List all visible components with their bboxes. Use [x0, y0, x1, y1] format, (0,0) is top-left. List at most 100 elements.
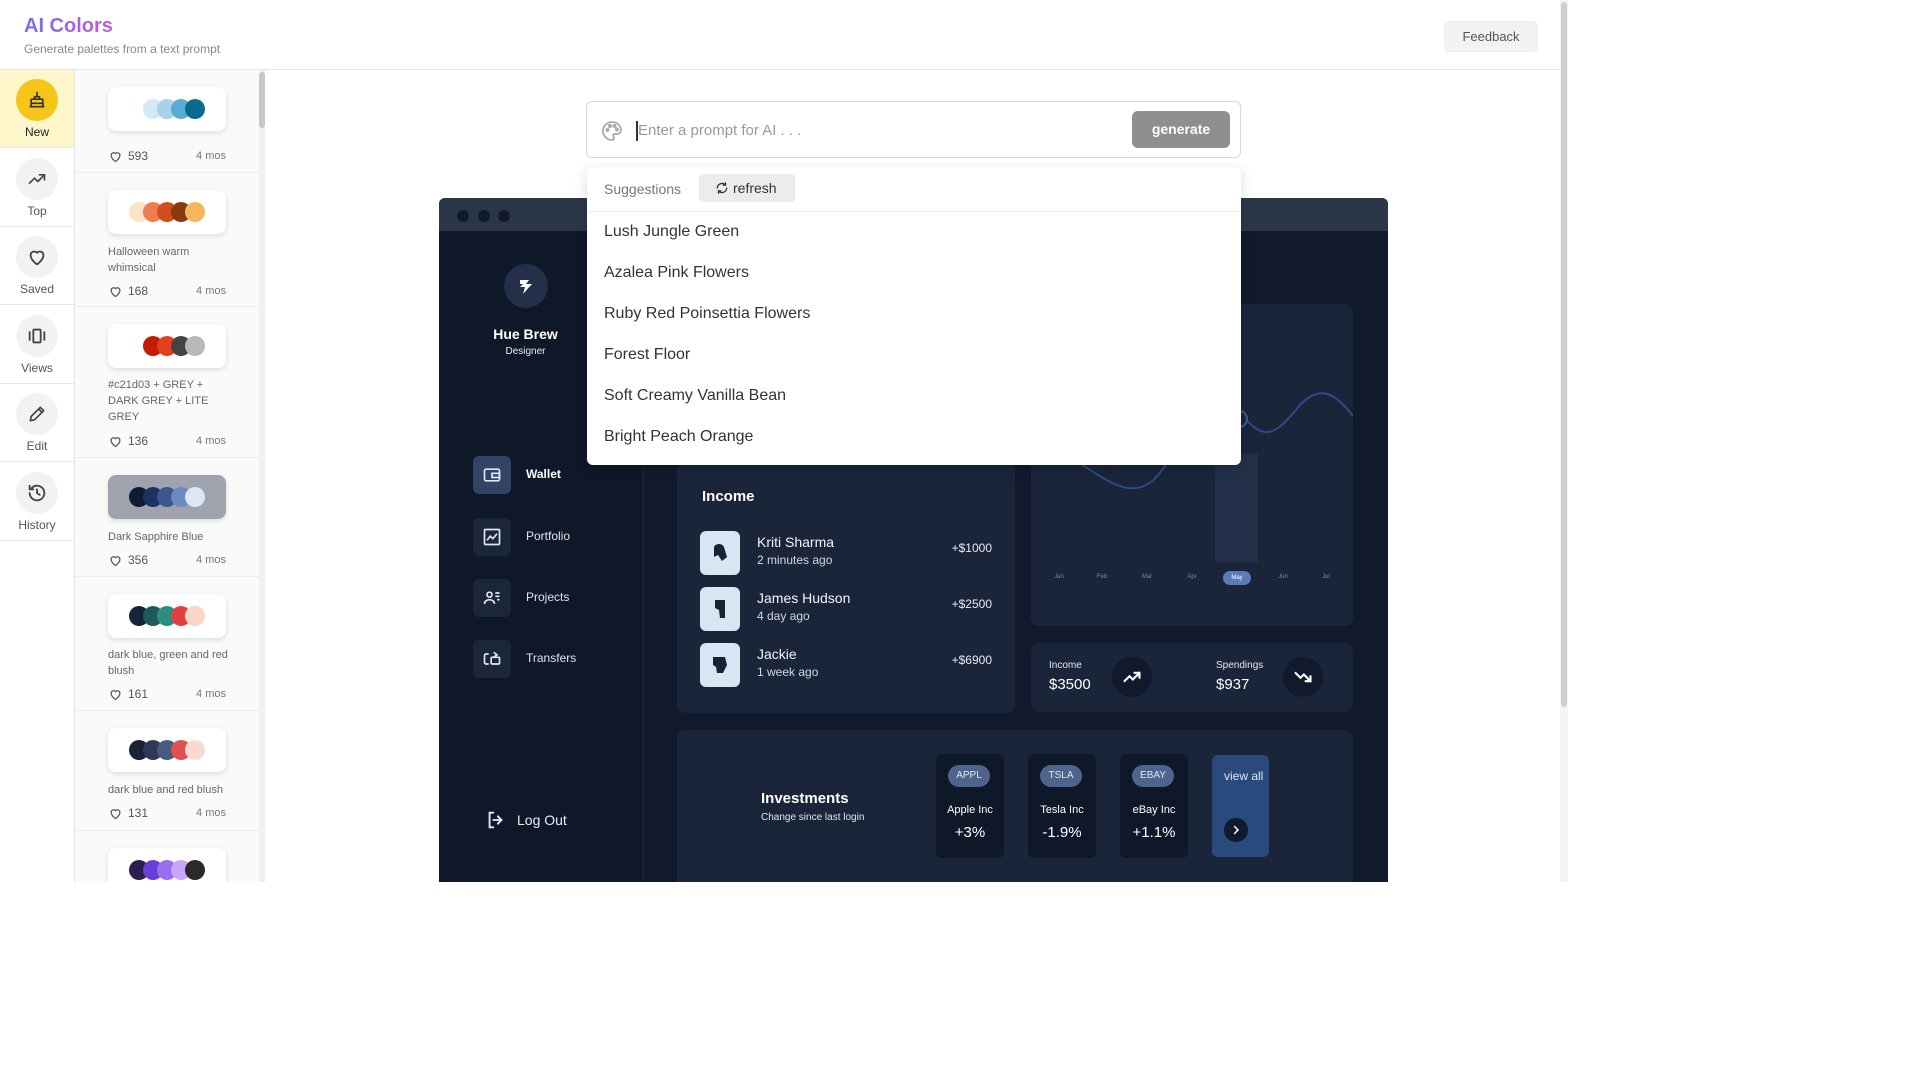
- palette-swatch[interactable]: [108, 728, 226, 772]
- cake-icon: [16, 79, 58, 121]
- heart-icon: [16, 236, 58, 278]
- palette-age: 4 mos: [196, 807, 226, 819]
- left-rail: New Top Saved Views Edit History: [0, 70, 75, 882]
- month-label: Jun: [1278, 574, 1288, 580]
- heart-icon[interactable]: [108, 149, 123, 164]
- stats-panel: Income $3500 Spendings $937: [1031, 643, 1353, 712]
- pencil-icon: [16, 393, 58, 435]
- color-dot: [185, 336, 205, 356]
- color-dot: [185, 606, 205, 626]
- suggestion-item[interactable]: Forest Floor: [604, 346, 1204, 368]
- investment-card[interactable]: EBAY eBay Inc +1.1%: [1120, 754, 1188, 858]
- investment-card[interactable]: TSLA Tesla Inc -1.9%: [1028, 754, 1096, 858]
- nav-item-projects[interactable]: Projects: [473, 579, 633, 617]
- refresh-label: refresh: [733, 180, 777, 196]
- palette-meta: 168 4 mos: [108, 283, 226, 299]
- heart-icon[interactable]: [108, 434, 123, 449]
- suggestions-header: Suggestions refresh: [587, 167, 1241, 212]
- stock-name: Tesla Inc: [1040, 804, 1084, 816]
- ticker-badge: EBAY: [1132, 765, 1174, 787]
- window-dot: [457, 210, 469, 222]
- color-dot: [185, 740, 205, 760]
- like-count: 168: [128, 284, 149, 298]
- suggestion-item[interactable]: Soft Creamy Vanilla Bean: [604, 387, 1204, 409]
- income-row[interactable]: Jackie 1 week ago +$6900: [700, 643, 992, 687]
- income-row[interactable]: Kriti Sharma 2 minutes ago +$1000: [700, 531, 992, 575]
- view-all-button[interactable]: view all: [1212, 755, 1269, 857]
- income-time: 4 day ago: [757, 609, 810, 623]
- nav-item-transfers[interactable]: Transfers: [473, 640, 633, 678]
- palette-meta: 593 4 mos: [108, 148, 226, 164]
- suggestion-item[interactable]: Lush Jungle Green: [604, 223, 1204, 245]
- month-label-active[interactable]: May: [1223, 571, 1251, 585]
- color-dot: [185, 99, 205, 119]
- heart-icon[interactable]: [108, 553, 123, 568]
- income-row[interactable]: James Hudson 4 day ago +$2500: [700, 587, 992, 631]
- rail-item-edit[interactable]: Edit: [0, 384, 74, 462]
- palette-swatch[interactable]: [108, 190, 226, 234]
- rail-item-top[interactable]: Top: [0, 149, 74, 227]
- palette-card[interactable]: Halloween warm whimsical 168 4 mos: [75, 173, 259, 307]
- palette-card[interactable]: #c21d03 + GREY + DARK GREY + LITE GREY 1…: [75, 307, 259, 458]
- generate-button[interactable]: generate: [1132, 111, 1230, 148]
- palette-card[interactable]: dark blue and red blush 131 4 mos: [75, 711, 259, 831]
- palette-swatch[interactable]: [108, 324, 226, 368]
- month-label: Feb: [1096, 574, 1108, 580]
- palette-swatch[interactable]: [108, 848, 226, 882]
- palette-swatch[interactable]: [108, 594, 226, 638]
- prompt-input[interactable]: [638, 114, 1118, 146]
- like-count: 131: [128, 806, 149, 820]
- refresh-icon: [716, 182, 728, 194]
- heart-icon[interactable]: [108, 284, 123, 299]
- palette-swatch[interactable]: [108, 475, 226, 519]
- feedback-button[interactable]: Feedback: [1444, 21, 1538, 52]
- suggestions-dropdown: Suggestions refresh Lush Jungle Green Az…: [587, 167, 1241, 465]
- income-amount: +$1000: [951, 541, 992, 555]
- stock-change: -1.9%: [1042, 824, 1082, 841]
- investments-subtitle: Change since last login: [761, 812, 865, 823]
- rail-label-history: History: [18, 518, 56, 532]
- heart-icon[interactable]: [108, 806, 123, 821]
- logout-button[interactable]: Log Out: [485, 808, 605, 834]
- rail-item-history[interactable]: History: [0, 463, 74, 541]
- stock-name: eBay Inc: [1132, 804, 1176, 816]
- suggestions-title: Suggestions: [604, 181, 682, 197]
- heart-icon[interactable]: [108, 687, 123, 702]
- rail-label-top: Top: [27, 204, 47, 218]
- palette-age: 4 mos: [196, 554, 226, 566]
- income-amount: +$2500: [951, 597, 992, 611]
- carousel-icon: [16, 315, 58, 357]
- suggestion-item[interactable]: Bright Peach Orange: [604, 428, 1204, 450]
- palette-swatch[interactable]: [108, 87, 226, 131]
- refresh-button[interactable]: refresh: [699, 174, 795, 202]
- like-count: 593: [128, 149, 149, 163]
- rail-label-new: New: [24, 125, 49, 139]
- page-scrollbar[interactable]: [1560, 0, 1568, 882]
- income-amount: +$6900: [951, 653, 992, 667]
- rail-item-saved[interactable]: Saved: [0, 227, 74, 305]
- app-title[interactable]: AI Colors: [24, 15, 113, 38]
- suggestion-item[interactable]: Azalea Pink Flowers: [604, 264, 1204, 286]
- rail-item-views[interactable]: Views: [0, 306, 74, 384]
- investment-card[interactable]: APPL Apple Inc +3%: [936, 754, 1004, 858]
- nav-item-portfolio[interactable]: Portfolio: [473, 518, 633, 556]
- stock-change: +1.1%: [1132, 824, 1176, 841]
- trending-down-icon: [1283, 657, 1323, 697]
- palette-card[interactable]: 593 4 mos: [75, 70, 259, 173]
- stock-name: Apple Inc: [947, 804, 993, 816]
- stock-change: +3%: [954, 824, 986, 841]
- wallet-icon: [473, 456, 511, 494]
- trending-up-icon: [16, 158, 58, 200]
- palette-list-scrollbar[interactable]: [259, 70, 265, 882]
- suggestion-item[interactable]: Ruby Red Poinsettia Flowers: [604, 305, 1204, 327]
- palette-age: 4 mos: [196, 285, 226, 297]
- color-dot: [185, 487, 205, 507]
- chevron-right-icon[interactable]: [1224, 818, 1248, 842]
- rail-item-new[interactable]: New: [0, 70, 74, 148]
- palette-card[interactable]: [75, 831, 259, 882]
- app-header: AI Colors Generate palettes from a text …: [0, 0, 1568, 70]
- palette-card[interactable]: Dark Sapphire Blue 356 4 mos: [75, 458, 259, 577]
- palette-card[interactable]: dark blue, green and red blush 161 4 mos: [75, 577, 259, 711]
- palette-name: #c21d03 + GREY + DARK GREY + LITE GREY: [108, 379, 209, 423]
- palette-list: 593 4 mos Halloween warm whimsical 168 4…: [75, 70, 259, 882]
